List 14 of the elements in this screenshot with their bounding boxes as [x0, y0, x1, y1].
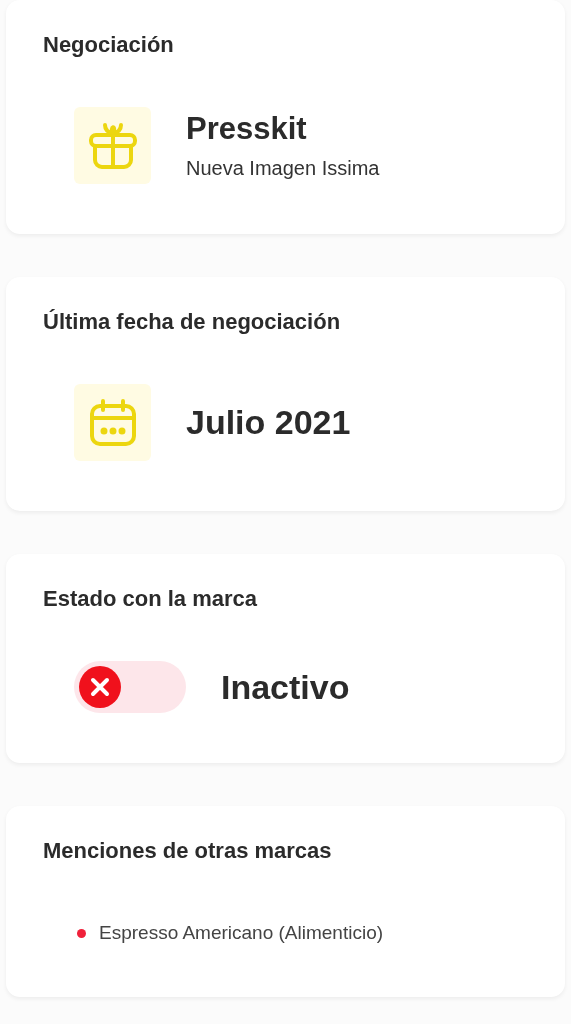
- status-toggle[interactable]: [74, 661, 186, 713]
- status-value: Inactivo: [221, 667, 350, 707]
- mention-text: Espresso Americano (Alimenticio): [99, 921, 384, 945]
- gift-icon: [86, 121, 139, 170]
- calendar-icon: [87, 397, 138, 448]
- card-title: Estado con la marca: [43, 585, 258, 613]
- card-title: Última fecha de negociación: [43, 308, 342, 336]
- card-title: Menciones de otras marcas: [43, 837, 333, 865]
- date-value: Julio 2021: [186, 403, 351, 442]
- close-icon: [79, 666, 121, 708]
- item-subtitle: Nueva Imagen Issima: [186, 157, 380, 180]
- item-name: Presskit: [186, 111, 308, 147]
- card-title: Negociación: [43, 31, 175, 59]
- bullet-dot: [77, 928, 86, 938]
